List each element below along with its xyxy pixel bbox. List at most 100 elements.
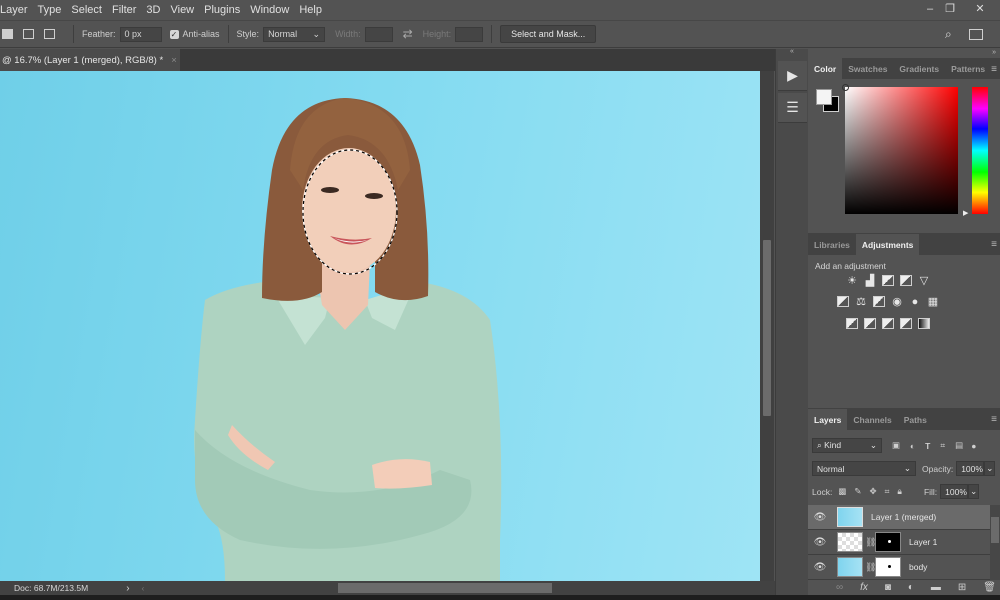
menu-3d[interactable]: 3D bbox=[141, 4, 165, 16]
opacity-input[interactable]: 100% bbox=[956, 461, 985, 476]
antialias-checkbox[interactable]: ✓ bbox=[169, 29, 179, 39]
blend-mode-select[interactable]: Normal ⌄ bbox=[812, 461, 916, 476]
hue-saturation-icon[interactable] bbox=[837, 296, 849, 307]
visibility-eye-icon[interactable]: 👁︎ bbox=[811, 562, 829, 573]
menu-type[interactable]: Type bbox=[33, 4, 67, 16]
visibility-eye-icon[interactable]: 👁︎ bbox=[811, 512, 829, 523]
add-mask-icon[interactable]: ◙ bbox=[885, 582, 891, 593]
lock-image-icon[interactable]: ✎ bbox=[854, 486, 861, 497]
filter-adjustment-icon[interactable]: ◐ bbox=[910, 441, 915, 451]
collapse-icon[interactable]: « bbox=[776, 48, 808, 55]
color-picker-cursor[interactable] bbox=[842, 84, 849, 91]
workspace-icon[interactable] bbox=[969, 29, 983, 40]
foreground-color-swatch[interactable] bbox=[816, 89, 832, 105]
visibility-eye-icon[interactable]: 👁︎ bbox=[811, 537, 829, 548]
height-input[interactable] bbox=[455, 26, 484, 42]
search-icon[interactable]: ⌕ bbox=[945, 27, 952, 42]
mask-link-icon[interactable]: ⛓︎ bbox=[865, 562, 876, 573]
close-window-button[interactable]: ✕ bbox=[965, 0, 995, 17]
close-tab-icon[interactable]: × bbox=[171, 55, 177, 66]
filter-smartobject-icon[interactable]: ▤ bbox=[955, 440, 963, 451]
fill-dropdown[interactable]: ⌄ bbox=[968, 484, 980, 499]
tab-patterns[interactable]: Patterns bbox=[945, 58, 991, 79]
mask-link-icon[interactable]: ⛓︎ bbox=[865, 537, 876, 548]
saturation-value-field[interactable] bbox=[842, 84, 958, 214]
width-input[interactable] bbox=[364, 26, 393, 42]
fx-icon[interactable]: fx bbox=[860, 582, 868, 593]
filter-toggle-icon[interactable]: ● bbox=[971, 441, 976, 451]
layers-scrollbar[interactable] bbox=[990, 505, 1000, 580]
panel-menu-icon[interactable]: ≡ bbox=[991, 239, 997, 250]
menu-view[interactable]: View bbox=[165, 4, 199, 16]
gradient-map-icon[interactable] bbox=[918, 318, 930, 329]
restore-button[interactable]: ❐ bbox=[935, 0, 965, 17]
style-select[interactable]: Normal ⌄ bbox=[263, 26, 326, 42]
color-balance-icon[interactable]: ⚖ bbox=[855, 296, 867, 308]
tab-channels[interactable]: Channels bbox=[847, 409, 897, 430]
filter-shape-icon[interactable]: ⌗ bbox=[940, 440, 945, 451]
new-selection-icon[interactable] bbox=[2, 29, 13, 39]
add-to-selection-icon[interactable] bbox=[23, 29, 34, 39]
hue-slider[interactable] bbox=[972, 87, 988, 214]
layers-scroll-thumb[interactable] bbox=[991, 517, 999, 543]
menu-window[interactable]: Window bbox=[245, 4, 294, 16]
select-and-mask-button[interactable]: Select and Mask... bbox=[500, 25, 597, 43]
swap-icon[interactable]: ⇄ bbox=[403, 27, 413, 41]
invert-icon[interactable] bbox=[846, 318, 858, 329]
fill-input[interactable]: 100% bbox=[940, 484, 969, 499]
panel-menu-icon[interactable]: ≡ bbox=[991, 414, 997, 425]
exposure-icon[interactable] bbox=[900, 275, 912, 286]
tab-color[interactable]: Color bbox=[808, 58, 843, 79]
threshold-icon[interactable] bbox=[882, 318, 894, 329]
color-lookup-icon[interactable]: ▦ bbox=[927, 296, 939, 308]
menu-plugins[interactable]: Plugins bbox=[199, 4, 245, 16]
actions-play-icon[interactable]: ▶ bbox=[778, 61, 807, 91]
new-adjustment-icon[interactable]: ◐ bbox=[908, 582, 914, 593]
layer-row[interactable]: 👁︎ Layer 1 (merged) bbox=[808, 505, 990, 530]
vertical-scroll-thumb[interactable] bbox=[763, 240, 771, 416]
tab-layers[interactable]: Layers bbox=[808, 409, 848, 430]
document-tab[interactable]: @ 16.7% (Layer 1 (merged), RGB/8) * × bbox=[0, 49, 180, 71]
layer-row[interactable]: 👁︎ ⛓︎ body bbox=[808, 555, 990, 580]
lock-transparent-icon[interactable]: ▩ bbox=[838, 486, 846, 497]
lock-all-icon[interactable]: 🔒︎ bbox=[897, 486, 902, 497]
tab-swatches[interactable]: Swatches bbox=[842, 58, 893, 79]
selective-color-icon[interactable] bbox=[900, 318, 912, 329]
new-layer-icon[interactable]: ⊞ bbox=[958, 582, 966, 593]
subtract-selection-icon[interactable] bbox=[44, 29, 55, 39]
filter-pixel-icon[interactable]: ▣ bbox=[892, 440, 900, 451]
lock-position-icon[interactable]: ✥ bbox=[869, 486, 876, 497]
channel-mixer-icon[interactable]: ● bbox=[909, 296, 921, 308]
brightness-contrast-icon[interactable]: ☀ bbox=[846, 275, 858, 287]
tab-paths[interactable]: Paths bbox=[898, 409, 933, 430]
menu-filter[interactable]: Filter bbox=[107, 4, 141, 16]
posterize-icon[interactable] bbox=[864, 318, 876, 329]
panel-menu-icon[interactable]: ≡ bbox=[991, 64, 997, 75]
opacity-dropdown[interactable]: ⌄ bbox=[984, 461, 996, 476]
layer-filter-select[interactable]: ⌕ Kind ⌄ bbox=[812, 438, 882, 453]
layer-row[interactable]: 👁︎ ⛓︎ Layer 1 bbox=[808, 530, 990, 555]
filter-type-icon[interactable]: T bbox=[925, 441, 930, 451]
menu-select[interactable]: Select bbox=[66, 4, 107, 16]
new-group-icon[interactable]: ▬ bbox=[931, 582, 941, 593]
menu-help[interactable]: Help bbox=[294, 4, 327, 16]
hue-slider-marker[interactable]: ▶ bbox=[963, 209, 968, 217]
photo-filter-icon[interactable]: ◉ bbox=[891, 296, 903, 308]
expand-icon[interactable]: » bbox=[992, 49, 996, 56]
feather-input[interactable]: 0 px bbox=[119, 26, 162, 42]
scroll-left-arrow[interactable]: ‹ bbox=[142, 583, 145, 593]
vibrance-icon[interactable]: ▽ bbox=[918, 275, 930, 287]
canvas[interactable] bbox=[0, 71, 760, 581]
tab-libraries[interactable]: Libraries bbox=[808, 234, 856, 255]
properties-sliders-icon[interactable]: ☰ bbox=[778, 93, 807, 123]
lock-artboard-icon[interactable]: ⌗ bbox=[885, 486, 890, 497]
status-menu-arrow[interactable]: › bbox=[126, 583, 129, 594]
levels-icon[interactable]: ▟ bbox=[864, 275, 876, 287]
horizontal-scroll-thumb[interactable] bbox=[338, 583, 552, 593]
layer-mask-thumbnail[interactable] bbox=[875, 557, 901, 577]
black-white-icon[interactable] bbox=[873, 296, 885, 307]
link-layers-icon[interactable]: ∞ bbox=[836, 582, 843, 593]
layer-mask-thumbnail[interactable] bbox=[875, 532, 901, 552]
tab-adjustments[interactable]: Adjustments bbox=[855, 234, 920, 255]
curves-icon[interactable] bbox=[882, 275, 894, 286]
